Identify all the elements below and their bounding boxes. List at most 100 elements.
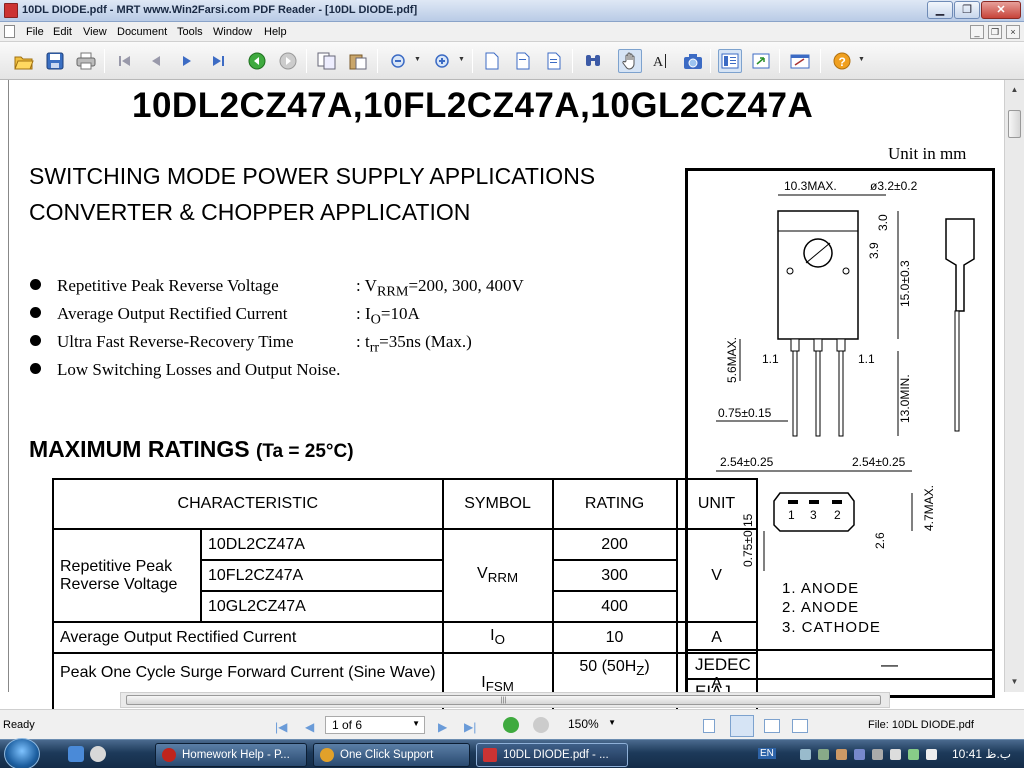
doc-minimize-button[interactable]: _	[970, 25, 984, 39]
next-page-icon[interactable]: ▶	[438, 720, 447, 734]
task-one-click-support[interactable]: One Click Support	[313, 743, 470, 767]
last-page-icon[interactable]: ▶|	[464, 720, 476, 734]
doc-restore-button[interactable]: ❐	[988, 25, 1002, 39]
svg-text:15.0±0.3: 15.0±0.3	[898, 260, 912, 307]
tray-icon[interactable]	[908, 749, 919, 760]
maximize-button[interactable]: ❐	[954, 1, 980, 19]
menu-view[interactable]: View	[83, 26, 107, 38]
facing-view-icon[interactable]	[764, 719, 780, 733]
page-continuous-icon[interactable]	[542, 49, 566, 73]
vertical-scroll-thumb[interactable]	[1008, 110, 1021, 138]
close-button[interactable]: ✕	[981, 1, 1021, 19]
menu-bar: File Edit View Document Tools Window Hel…	[0, 22, 1024, 42]
zoom-level-field[interactable]: 150% ▼	[562, 716, 622, 734]
pdf-reader-window: { "window": {"title": "10DL DIODE.pdf - …	[0, 0, 1024, 768]
task-pdf-reader[interactable]: 10DL DIODE.pdf - ...	[476, 743, 628, 767]
first-page-icon[interactable]	[113, 49, 137, 73]
status-file-name: File: 10DL DIODE.pdf	[868, 719, 974, 731]
pin-1-label: 1. ANODE	[782, 580, 860, 597]
single-page-icon[interactable]	[718, 49, 742, 73]
go-back-icon[interactable]	[245, 49, 269, 73]
vertical-scrollbar[interactable]: ▲ ▼	[1004, 80, 1024, 692]
part-number: 10GL2CZ47A	[200, 590, 444, 623]
unit-note: Unit in mm	[888, 144, 967, 163]
tray-icon[interactable]	[836, 749, 847, 760]
previous-page-icon[interactable]	[144, 49, 168, 73]
zoom-in-icon[interactable]	[430, 49, 454, 73]
datasheet-title: 10DL2CZ47A,10FL2CZ47A,10GL2CZ47A	[132, 86, 814, 125]
continuous-view-icon[interactable]	[730, 715, 754, 737]
snapshot-icon[interactable]	[681, 49, 705, 73]
clock[interactable]: 10:41 ب.ظ	[952, 747, 1011, 761]
menu-tools[interactable]: Tools	[177, 26, 203, 38]
select-text-icon[interactable]: A	[650, 49, 674, 73]
menu-document[interactable]: Document	[117, 26, 167, 38]
page-icon[interactable]	[480, 49, 504, 73]
copy-icon[interactable]	[315, 49, 339, 73]
scroll-down-icon[interactable]: ▼	[1007, 674, 1022, 689]
svg-text:5.6MAX.: 5.6MAX.	[725, 337, 739, 383]
menu-file[interactable]: File	[26, 26, 44, 38]
task-homework-help[interactable]: Homework Help - P...	[155, 743, 307, 767]
feature-item: Low Switching Losses and Output Noise.	[30, 360, 340, 380]
open-icon[interactable]	[12, 49, 36, 73]
menu-window[interactable]: Window	[213, 26, 252, 38]
last-page-icon[interactable]	[206, 49, 230, 73]
ie-quicklaunch-icon[interactable]	[68, 746, 84, 762]
max-ratings-heading: MAXIMUM RATINGS (Ta = 25°C)	[29, 436, 354, 462]
single-page-view-icon[interactable]	[703, 719, 715, 733]
next-page-icon[interactable]	[175, 49, 199, 73]
svg-text:3: 3	[810, 508, 817, 522]
tray-icon[interactable]	[854, 749, 865, 760]
find-icon[interactable]	[581, 49, 605, 73]
feature-item: Repetitive Peak Reverse Voltage	[30, 276, 279, 296]
save-icon[interactable]	[43, 49, 67, 73]
rating-value: 400	[551, 590, 678, 623]
page-facing-icon[interactable]	[511, 49, 535, 73]
go-back-icon[interactable]	[503, 717, 519, 733]
paste-icon[interactable]	[346, 49, 370, 73]
svg-text:2.54±0.25: 2.54±0.25	[720, 455, 774, 469]
doc-close-button[interactable]: ×	[1006, 25, 1020, 39]
svg-text:ø3.2±0.2: ø3.2±0.2	[870, 179, 918, 193]
horizontal-scroll-thumb[interactable]: |||	[126, 695, 881, 705]
rating-value: 300	[551, 559, 678, 592]
print-icon[interactable]	[74, 49, 98, 73]
svg-text:?: ?	[839, 55, 846, 69]
status-bar: Ready |◀ ◀ 1 of 6 ▼ ▶ ▶| 150% ▼ File: 10DL…	[0, 709, 1024, 739]
media-player-quicklaunch-icon[interactable]	[90, 746, 106, 762]
continuous-facing-view-icon[interactable]	[792, 719, 808, 733]
scroll-up-icon[interactable]: ▲	[1007, 82, 1022, 97]
hand-tool-icon[interactable]	[618, 49, 642, 73]
svg-text:4.7MAX.: 4.7MAX.	[922, 485, 936, 531]
io-symbol: IO	[441, 621, 554, 654]
menu-help[interactable]: Help	[264, 26, 287, 38]
network-icon[interactable]	[872, 749, 883, 760]
col-header-symbol: SYMBOL	[441, 478, 554, 530]
rating-value: 200	[551, 528, 678, 561]
feature-item: Ultra Fast Reverse-Recovery Time	[30, 332, 294, 352]
start-button[interactable]	[4, 738, 40, 768]
zoom-out-icon[interactable]	[386, 49, 410, 73]
tray-icon[interactable]	[818, 749, 829, 760]
go-forward-icon[interactable]	[533, 717, 549, 733]
go-forward-icon[interactable]	[276, 49, 300, 73]
part-number: 10FL2CZ47A	[200, 559, 444, 592]
minimize-button[interactable]: ▁	[927, 1, 953, 19]
fit-width-icon[interactable]	[749, 49, 773, 73]
volume-icon[interactable]	[890, 749, 901, 760]
language-indicator[interactable]: EN	[758, 748, 776, 759]
help-icon[interactable]: ?	[830, 49, 854, 73]
previous-page-icon[interactable]: ◀	[305, 720, 314, 734]
document-view[interactable]: 10DL2CZ47A,10FL2CZ47A,10GL2CZ47A Unit in…	[0, 80, 1024, 716]
tray-icon[interactable]	[800, 749, 811, 760]
properties-icon[interactable]	[788, 49, 812, 73]
menu-edit[interactable]: Edit	[53, 26, 72, 38]
application-line-2: CONVERTER & CHOPPER APPLICATION	[29, 199, 471, 225]
page-number-field[interactable]: 1 of 6 ▼	[325, 716, 425, 734]
first-page-icon[interactable]: |◀	[275, 720, 287, 734]
feature-item: Average Output Rectified Current	[30, 304, 288, 324]
tray-icon[interactable]	[926, 749, 937, 760]
io-label: Average Output Rectified Current	[52, 621, 444, 654]
horizontal-scrollbar[interactable]: |||	[120, 692, 890, 708]
